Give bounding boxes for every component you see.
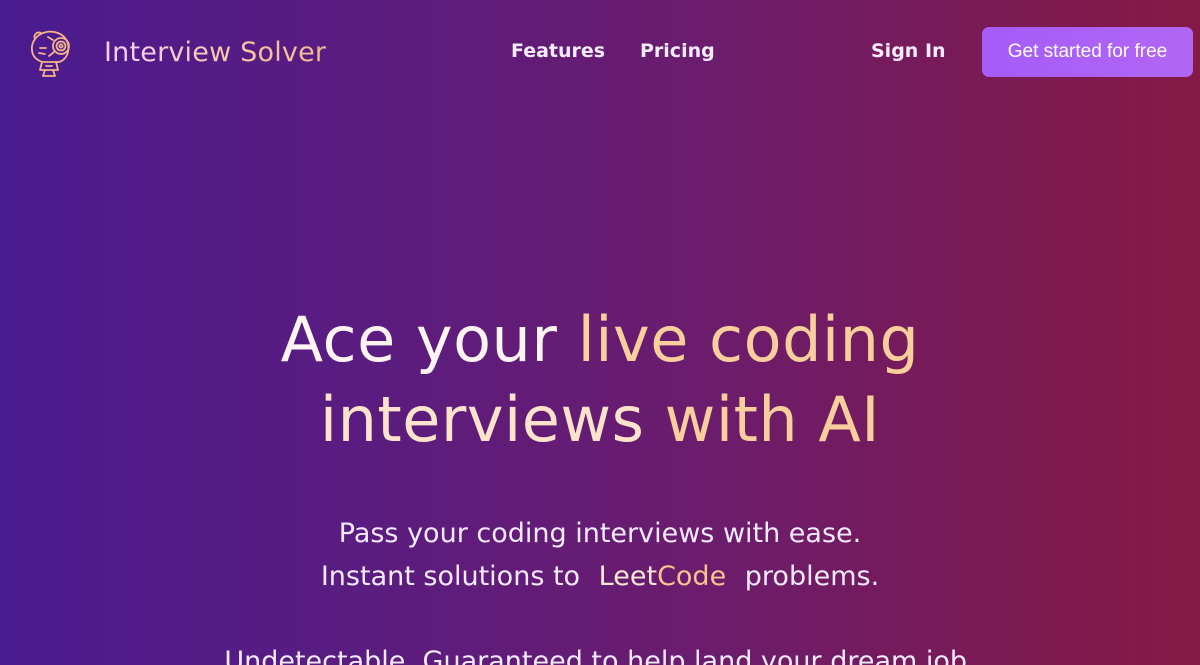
nav-features-link[interactable]: Features	[511, 40, 605, 62]
hero-subtitle: Pass your coding interviews with ease. I…	[0, 512, 1200, 598]
hero-tagline: Undetectable. Guaranteed to help land yo…	[224, 646, 976, 665]
robot-head-icon	[28, 26, 78, 78]
brand-logo-link[interactable]: Interview Solver	[28, 26, 326, 78]
hero-title-line2-part1: interviews	[319, 383, 665, 456]
leetcode-wordmark: LeetCode	[599, 555, 727, 598]
brand-name: Interview Solver	[104, 36, 327, 68]
hero-title: Ace your live coding interviews with AI	[0, 300, 1200, 460]
leetcode-code: Code	[657, 561, 727, 592]
hero-subtitle-line2: Instant solutions to LeetCode problems.	[0, 555, 1200, 598]
sign-in-link[interactable]: Sign In	[871, 40, 946, 62]
hero-subtitle-line2-after: problems.	[744, 561, 880, 592]
hero-title-line1-part2: live coding	[577, 303, 920, 376]
hero-title-line2-part2: with AI	[664, 383, 881, 456]
get-started-button[interactable]: Get started for free	[982, 27, 1193, 77]
hero-subtitle-line1: Pass your coding interviews with ease.	[338, 518, 862, 549]
hero-title-line1-part1: Ace your	[280, 303, 578, 376]
hero-subtitle-line2-before: Instant solutions to	[320, 561, 581, 592]
navbar: Interview Solver Features Pricing Sign I…	[0, 0, 1200, 105]
leetcode-leet: Leet	[598, 561, 658, 592]
nav-pricing-link[interactable]: Pricing	[640, 40, 715, 62]
hero-section: Ace your live coding interviews with AI …	[0, 300, 1200, 665]
